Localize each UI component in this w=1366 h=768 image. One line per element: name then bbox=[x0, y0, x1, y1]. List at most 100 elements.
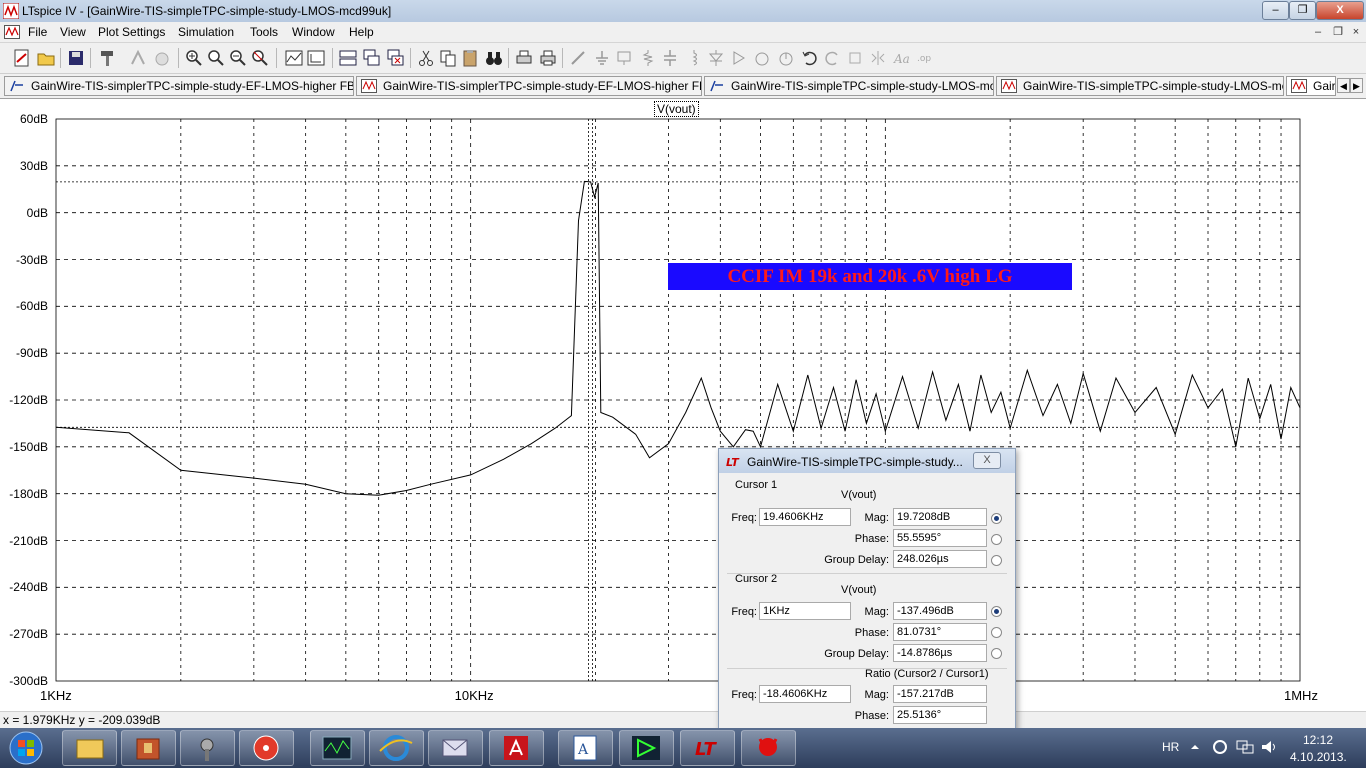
mdi-minimize-button[interactable]: – bbox=[1310, 25, 1326, 39]
mirror-icon[interactable] bbox=[868, 48, 888, 68]
autorange-icon[interactable] bbox=[284, 48, 304, 68]
clock-date[interactable]: 4.10.2013. bbox=[1290, 750, 1347, 764]
cursor1-mag-radio[interactable] bbox=[991, 513, 1002, 524]
taskbar-archive-button[interactable] bbox=[121, 730, 176, 766]
ratio-mag-field[interactable]: -157.217dB bbox=[893, 685, 987, 703]
minimize-button[interactable]: – bbox=[1262, 1, 1289, 20]
menu-view[interactable]: View bbox=[60, 25, 86, 39]
vout-trace[interactable] bbox=[55, 180, 1301, 496]
clock-time[interactable]: 12:12 bbox=[1303, 733, 1333, 747]
manual-limits-icon[interactable] bbox=[306, 48, 326, 68]
tile-horizontal-icon[interactable] bbox=[338, 48, 358, 68]
diode-icon[interactable] bbox=[706, 48, 726, 68]
trace-label[interactable]: V(vout) bbox=[654, 101, 699, 117]
wire-icon[interactable] bbox=[568, 48, 588, 68]
cursor2-phase-radio[interactable] bbox=[991, 627, 1002, 638]
control-panel-hammer-icon[interactable] bbox=[98, 48, 118, 68]
tab-active-truncated[interactable]: Gair bbox=[1286, 76, 1336, 96]
undo-icon[interactable] bbox=[800, 48, 820, 68]
taskbar-scope-button[interactable] bbox=[310, 730, 365, 766]
cursor1-freq-field[interactable]: 19.4606KHz bbox=[759, 508, 851, 526]
taskbar-mail-button[interactable] bbox=[428, 730, 483, 766]
find-binoculars-icon[interactable] bbox=[484, 48, 504, 68]
taskbar-devil-button[interactable] bbox=[741, 730, 796, 766]
cursor1-gd-radio[interactable] bbox=[991, 555, 1002, 566]
cursor2-mag-radio[interactable] bbox=[991, 606, 1002, 617]
network-icon[interactable] bbox=[1236, 739, 1254, 755]
mdi-restore-button[interactable]: ❐ bbox=[1330, 25, 1346, 39]
menu-simulation[interactable]: Simulation bbox=[178, 25, 234, 39]
cursor1-mag-field[interactable]: 19.7208dB bbox=[893, 508, 987, 526]
menu-help[interactable]: Help bbox=[349, 25, 374, 39]
close-windows-icon[interactable] bbox=[386, 48, 406, 68]
cursor-dialog-close-button[interactable]: X bbox=[973, 452, 1001, 469]
inductor-icon[interactable] bbox=[684, 48, 704, 68]
plot-annotation[interactable]: CCIF IM 19k and 20k .6V high LG bbox=[668, 263, 1072, 290]
copy-icon[interactable] bbox=[438, 48, 458, 68]
taskbar-tool-button[interactable] bbox=[180, 730, 235, 766]
mdi-close-button[interactable]: × bbox=[1348, 25, 1364, 39]
redo-icon[interactable] bbox=[822, 48, 842, 68]
ratio-phase-field[interactable]: 25.5136° bbox=[893, 706, 987, 724]
cursor1-gd-field[interactable]: 248.026µs bbox=[893, 550, 987, 568]
waveform-plot[interactable] bbox=[0, 99, 1366, 711]
cursor2-mag-field[interactable]: -137.496dB bbox=[893, 602, 987, 620]
ground-icon[interactable] bbox=[592, 48, 612, 68]
cursor1-phase-radio[interactable] bbox=[991, 534, 1002, 545]
text-icon[interactable]: Aa bbox=[892, 48, 912, 68]
rotate-icon[interactable] bbox=[846, 48, 866, 68]
tab-waveform-ef-lmos[interactable]: GainWire-TIS-simplerTPC-simple-study-EF-… bbox=[356, 76, 702, 96]
taskbar-ie-button[interactable] bbox=[369, 730, 424, 766]
cut-icon[interactable] bbox=[416, 48, 436, 68]
tab-schematic-lmos-mcd99uk[interactable]: GainWire-TIS-simpleTPC-simple-study-LMOS… bbox=[704, 76, 994, 96]
resistor-icon[interactable] bbox=[638, 48, 658, 68]
new-schematic-icon[interactable] bbox=[12, 48, 32, 68]
cursor2-gd-field[interactable]: -14.8786µs bbox=[893, 644, 987, 662]
cursor2-freq-field[interactable]: 1KHz bbox=[759, 602, 851, 620]
taskbar-pdf-button[interactable] bbox=[489, 730, 544, 766]
ratio-freq-field[interactable]: -18.4606KHz bbox=[759, 685, 851, 703]
halt-hand-icon[interactable] bbox=[152, 48, 172, 68]
tab-waveform-lmos-mcd99uk[interactable]: GainWire-TIS-simpleTPC-simple-study-LMOS… bbox=[996, 76, 1284, 96]
taskbar-ltspice-button[interactable]: LT bbox=[680, 730, 735, 766]
menu-plot-settings[interactable]: Plot Settings bbox=[98, 25, 165, 39]
language-indicator[interactable]: HR bbox=[1162, 740, 1179, 754]
component-icon[interactable] bbox=[730, 48, 750, 68]
print-setup-icon[interactable] bbox=[514, 48, 534, 68]
save-icon[interactable] bbox=[66, 48, 86, 68]
sync-icon[interactable] bbox=[1212, 739, 1228, 755]
spice-directive-icon[interactable]: .op bbox=[914, 48, 934, 68]
tab-scroll-left-button[interactable]: ◀ bbox=[1337, 78, 1350, 93]
cursor1-phase-field[interactable]: 55.5595° bbox=[893, 529, 987, 547]
menu-window[interactable]: Window bbox=[292, 25, 335, 39]
pan-icon[interactable] bbox=[206, 48, 226, 68]
cursor2-phase-field[interactable]: 81.0731° bbox=[893, 623, 987, 641]
start-orb-icon[interactable] bbox=[4, 730, 48, 766]
print-icon[interactable] bbox=[538, 48, 558, 68]
zoom-in-icon[interactable] bbox=[184, 48, 204, 68]
menu-tools[interactable]: Tools bbox=[250, 25, 278, 39]
label-net-icon[interactable] bbox=[614, 48, 634, 68]
tab-schematic-ef-lmos[interactable]: GainWire-TIS-simplerTPC-simple-study-EF-… bbox=[4, 76, 354, 96]
maximize-button[interactable]: ❐ bbox=[1289, 1, 1316, 20]
window-titlebar[interactable]: LTspice IV - [GainWire-TIS-simpleTPC-sim… bbox=[0, 0, 1366, 23]
taskbar-explorer-button[interactable] bbox=[62, 730, 117, 766]
move-hand-icon[interactable] bbox=[752, 48, 772, 68]
taskbar-ltspice-e-button[interactable] bbox=[619, 730, 674, 766]
taskbar-word-button[interactable]: A bbox=[558, 730, 613, 766]
volume-icon[interactable] bbox=[1260, 739, 1278, 755]
tray-expand-icon[interactable] bbox=[1190, 742, 1200, 752]
zoom-full-icon[interactable] bbox=[250, 48, 270, 68]
cascade-icon[interactable] bbox=[362, 48, 382, 68]
open-folder-icon[interactable] bbox=[36, 48, 56, 68]
zoom-out-icon[interactable] bbox=[228, 48, 248, 68]
cursor-dialog-titlebar[interactable]: LT GainWire-TIS-simpleTPC-simple-study..… bbox=[719, 449, 1015, 473]
cursor2-gd-radio[interactable] bbox=[991, 648, 1002, 659]
waveform-plot-area[interactable] bbox=[0, 99, 1366, 711]
close-button[interactable]: X bbox=[1316, 1, 1364, 20]
capacitor-icon[interactable] bbox=[660, 48, 680, 68]
drag-hand-icon[interactable] bbox=[776, 48, 796, 68]
run-icon[interactable] bbox=[128, 48, 148, 68]
menu-file[interactable]: File bbox=[28, 25, 47, 39]
paste-icon[interactable] bbox=[460, 48, 480, 68]
